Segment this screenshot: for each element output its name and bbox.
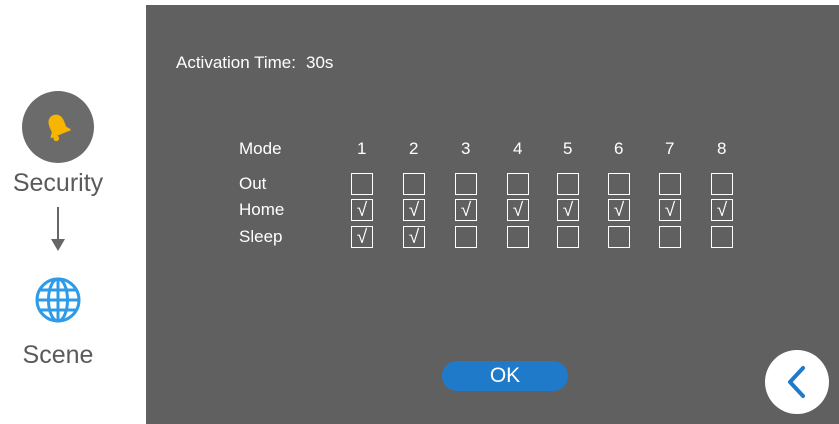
checkbox-home-7[interactable]: √ [659,199,681,221]
row-label-out: Out [239,174,267,193]
column-header-5: 5 [563,139,573,158]
arrow-down-icon [51,207,65,251]
security-label: Security [12,169,104,197]
check-mark: √ [562,199,574,221]
checkbox-out-4[interactable] [507,173,529,195]
check-mark: √ [408,226,420,248]
checkbox-home-4[interactable]: √ [507,199,529,221]
globe-icon[interactable] [34,276,82,324]
checkbox-out-1[interactable] [351,173,373,195]
activation-time: Activation Time: 30s [176,53,333,73]
check-mark: √ [716,199,728,221]
back-button[interactable] [765,350,829,414]
checkbox-sleep-1[interactable]: √ [351,226,373,248]
activation-time-label: Activation Time: [176,53,296,72]
mode-header: Mode [239,139,282,158]
chevron-left-icon [788,366,805,398]
checkbox-home-8[interactable]: √ [711,199,733,221]
checkbox-out-2[interactable] [403,173,425,195]
main-panel: Activation Time: 30s Mode 1 2 3 4 5 6 7 8 Out Hom… [146,5,839,424]
bell-icon [48,114,71,142]
security-button[interactable] [22,91,94,163]
check-mark: √ [356,226,368,248]
checkbox-home-5[interactable]: √ [557,199,579,221]
checkbox-sleep-3[interactable] [455,226,477,248]
sidebar: Security Scene [0,0,146,424]
checkbox-out-8[interactable] [711,173,733,195]
check-mark: √ [512,199,524,221]
checkbox-home-2[interactable]: √ [403,199,425,221]
checkbox-out-5[interactable] [557,173,579,195]
checkbox-sleep-4[interactable] [507,226,529,248]
checkbox-home-6[interactable]: √ [608,199,630,221]
column-header-6: 6 [614,139,624,158]
column-header-4: 4 [513,139,523,158]
checkbox-sleep-8[interactable] [711,226,733,248]
checkbox-sleep-2[interactable]: √ [403,226,425,248]
checkbox-sleep-6[interactable] [608,226,630,248]
column-header-3: 3 [461,139,471,158]
checkbox-out-7[interactable] [659,173,681,195]
checkbox-out-6[interactable] [608,173,630,195]
check-mark: √ [408,199,420,221]
scene-label: Scene [22,341,94,369]
activation-time-value[interactable]: 30s [306,53,333,73]
checkbox-home-1[interactable]: √ [351,199,373,221]
check-mark: √ [460,199,472,221]
column-header-2: 2 [409,139,419,158]
checkbox-sleep-5[interactable] [557,226,579,248]
row-label-home: Home [239,200,285,219]
check-mark: √ [613,199,625,221]
column-header-7: 7 [665,139,675,158]
checkbox-home-3[interactable]: √ [455,199,477,221]
column-header-8: 8 [717,139,727,158]
checkbox-out-3[interactable] [455,173,477,195]
check-mark: √ [664,199,676,221]
ok-button[interactable]: OK [442,361,568,391]
check-mark: √ [356,199,368,221]
column-header-1: 1 [357,139,367,158]
row-label-sleep: Sleep [239,227,283,246]
checkbox-sleep-7[interactable] [659,226,681,248]
